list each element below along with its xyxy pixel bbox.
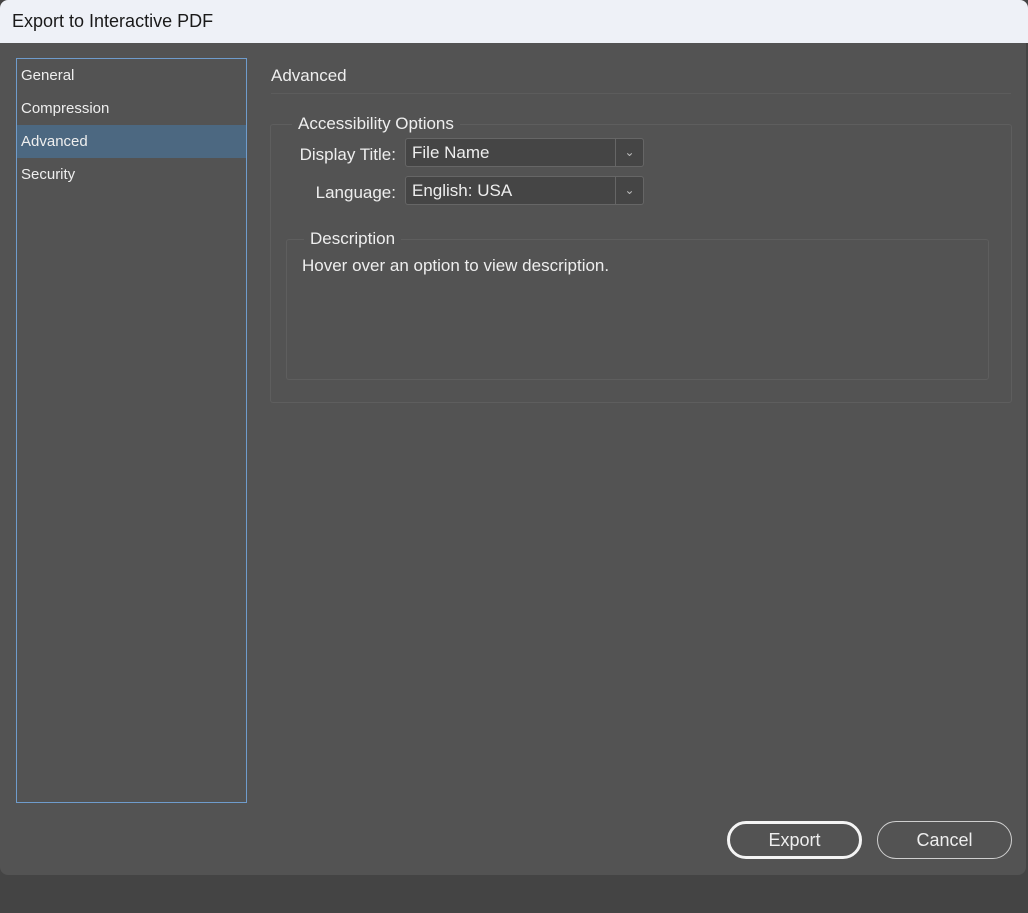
language-label: Language: <box>315 183 396 202</box>
chevron-down-icon[interactable]: ⌄ <box>615 177 643 204</box>
display-title-select[interactable]: File Name ⌄ <box>405 138 644 167</box>
description-legend: Description <box>304 229 402 249</box>
accessibility-options-legend: Accessibility Options <box>292 114 460 134</box>
display-title-label: Display Title: <box>299 145 396 164</box>
sidebar-item-compression[interactable]: Compression <box>17 92 246 125</box>
title-bar: Export to Interactive PDF <box>0 0 1028 43</box>
language-value: English: USA <box>412 181 513 200</box>
category-list[interactable]: General Compression Advanced Security <box>16 58 247 803</box>
export-button[interactable]: Export <box>727 821 862 859</box>
description-text: Hover over an option to view description… <box>302 256 610 275</box>
language-select[interactable]: English: USA ⌄ <box>405 176 644 205</box>
page-title: Advanced <box>271 66 347 85</box>
divider <box>271 93 1011 94</box>
sidebar-item-general[interactable]: General <box>17 59 246 92</box>
chevron-down-icon[interactable]: ⌄ <box>615 139 643 166</box>
sidebar-item-security[interactable]: Security <box>17 158 246 191</box>
cancel-button[interactable]: Cancel <box>877 821 1012 859</box>
display-title-value: File Name <box>412 143 490 162</box>
window-title: Export to Interactive PDF <box>12 11 214 31</box>
sidebar-item-advanced[interactable]: Advanced <box>17 125 246 158</box>
